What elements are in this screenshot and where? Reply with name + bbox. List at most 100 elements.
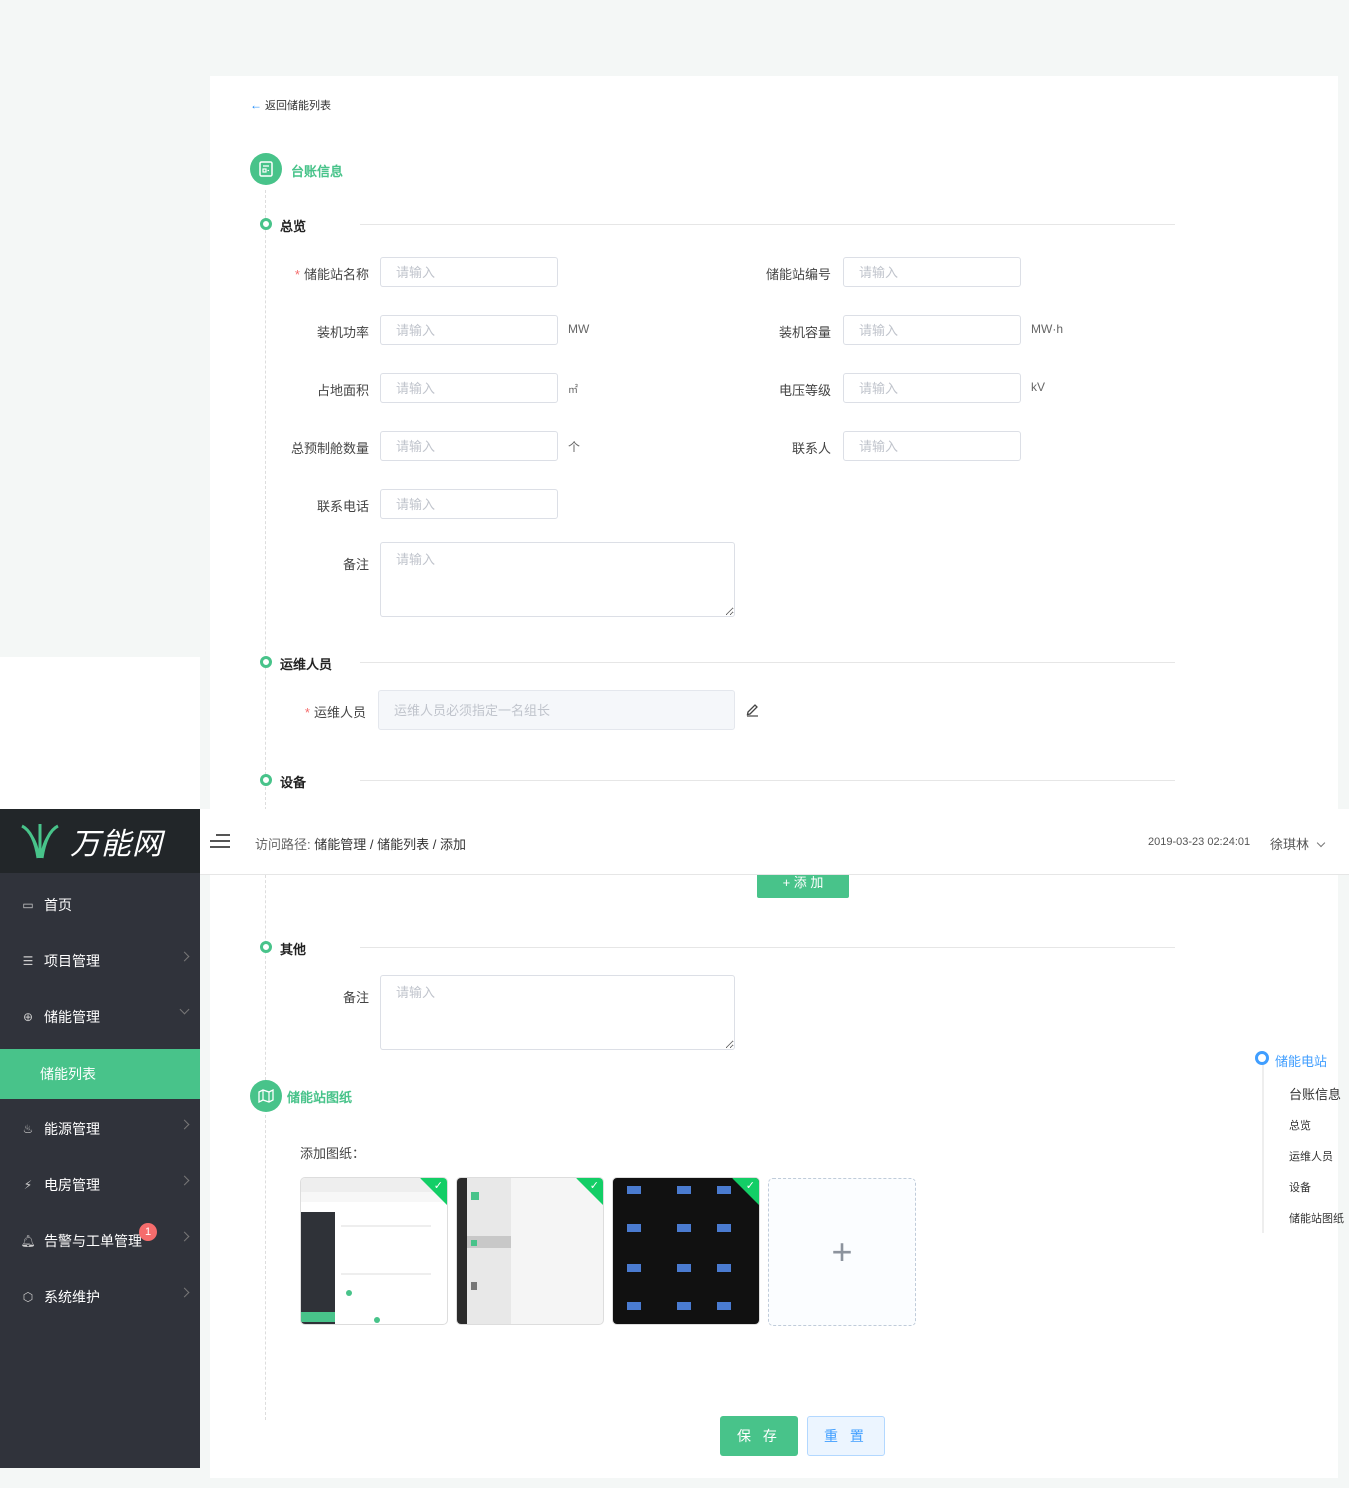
save-button[interactable]: 保 存 xyxy=(720,1416,798,1456)
voltage-input[interactable] xyxy=(843,373,1021,403)
unit-mw: MW xyxy=(568,322,590,336)
remark-textarea[interactable] xyxy=(380,542,735,617)
user-menu[interactable]: 徐琪林 xyxy=(1270,834,1326,853)
chevron-right-icon xyxy=(179,1119,190,1130)
divider xyxy=(360,947,1175,948)
project-icon: ☰ xyxy=(22,954,34,968)
contact-input[interactable] xyxy=(843,431,1021,461)
drawing-thumbnail[interactable]: ✓ xyxy=(300,1177,448,1325)
back-link-label: 返回储能列表 xyxy=(265,100,331,112)
drawing-thumbnail[interactable]: ✓ xyxy=(456,1177,604,1325)
current-time: 2019-03-23 02:24:01 xyxy=(1148,836,1251,848)
station-code-input[interactable] xyxy=(843,257,1021,287)
chevron-right-icon xyxy=(179,1231,190,1242)
reset-button[interactable]: 重 置 xyxy=(807,1416,885,1456)
installed-capacity-input[interactable] xyxy=(843,315,1021,345)
check-icon: ✓ xyxy=(745,1180,755,1192)
monitor-icon: ▭ xyxy=(22,898,34,912)
anchor-ball xyxy=(1255,1051,1269,1065)
breadcrumb-item[interactable]: 储能列表 xyxy=(377,837,429,852)
sidebar-item-alarms[interactable]: 🔔︎ 告警与工单管理 1 xyxy=(0,1213,200,1269)
breadcrumb: 访问路径: 储能管理 / 储能列表 / 添加 xyxy=(255,834,466,853)
phone-input[interactable] xyxy=(380,489,558,519)
top-header: 访问路径: 储能管理 / 储能列表 / 添加 2019-03-23 02:24:… xyxy=(200,809,1349,875)
sidebar-item-system[interactable]: ⬡ 系统维护 xyxy=(0,1269,200,1325)
chevron-down-icon xyxy=(179,1004,190,1015)
field-label-contact: 联系人 xyxy=(791,441,831,456)
chevron-down-icon xyxy=(1316,838,1326,848)
area-input[interactable] xyxy=(380,373,558,403)
sidebar-item-label: 首页 xyxy=(44,897,72,913)
sidebar-item-storage-list[interactable]: 储能列表 xyxy=(0,1049,200,1099)
upload-drawing-button[interactable]: + xyxy=(768,1178,916,1326)
fire-icon: ♨ xyxy=(22,1122,34,1136)
anchor-root[interactable]: 储能电站 xyxy=(1275,1051,1327,1070)
field-label-staff: * 运维人员 xyxy=(304,705,366,720)
logo: 万能网 xyxy=(0,809,200,873)
station-name-input[interactable] xyxy=(380,257,558,287)
logo-text: 万能网 xyxy=(70,827,163,862)
staff-input[interactable] xyxy=(378,690,735,730)
edit-icon[interactable] xyxy=(744,701,760,720)
drawings-label: 添加图纸： xyxy=(300,1146,366,1161)
field-label-code: 储能站编号 xyxy=(765,267,831,282)
timeline-dot xyxy=(260,774,272,786)
anchor-item[interactable]: 储能站图纸 xyxy=(1289,1210,1344,1226)
back-link[interactable]: ← 返回储能列表 xyxy=(250,97,331,113)
field-label-area: 占地面积 xyxy=(316,383,369,398)
add-device-button[interactable]: + 添 加 xyxy=(757,871,849,898)
sidebar-item-label: 能源管理 xyxy=(44,1121,100,1137)
user-name: 徐琪林 xyxy=(1270,837,1310,852)
drawing-thumbnail[interactable]: ✓ xyxy=(612,1177,760,1325)
check-icon: ✓ xyxy=(433,1180,443,1192)
divider xyxy=(360,662,1175,663)
other-remark-textarea[interactable] xyxy=(380,975,735,1050)
sidebar-item-label: 系统维护 xyxy=(44,1289,100,1305)
chevron-right-icon xyxy=(179,1287,190,1298)
anchor-item[interactable]: 总览 xyxy=(1289,1117,1311,1133)
section-title-drawings: 储能站图纸 xyxy=(287,1090,353,1105)
anchor-item[interactable]: 运维人员 xyxy=(1289,1148,1333,1164)
breadcrumb-separator: / xyxy=(432,837,437,852)
notification-badge: 1 xyxy=(139,1223,157,1241)
sidebar: 万能网 ▭ 首页 ☰ 项目管理 ⊕ 储能管理 储能列表 ♨ 能源管理 ⚡ 电房管理 🔔︎ 告… xyxy=(0,809,200,1468)
sidebar-item-storage[interactable]: ⊕ 储能管理 xyxy=(0,989,200,1045)
menu-toggle-icon[interactable] xyxy=(210,834,230,850)
field-label-voltage: 电压等级 xyxy=(778,383,831,398)
unit-sqm: ㎡ xyxy=(568,385,578,396)
sidebar-item-home[interactable]: ▭ 首页 xyxy=(0,877,200,933)
anchor-nav: 储能电站 台账信息 总览 运维人员 设备 储能站图纸 xyxy=(1255,1043,1349,1235)
subsection-title-overview: 总览 xyxy=(280,219,307,234)
breadcrumb-item[interactable]: 储能管理 xyxy=(314,837,366,852)
logo-icon xyxy=(21,824,59,859)
sidebar-item-label: 储能管理 xyxy=(44,1009,100,1025)
breadcrumb-prefix: 访问路径: xyxy=(255,837,311,852)
cabin-count-input[interactable] xyxy=(380,431,558,461)
subsection-title-other: 其他 xyxy=(280,942,307,957)
installed-power-input[interactable] xyxy=(380,315,558,345)
sidebar-item-power-room[interactable]: ⚡ 电房管理 xyxy=(0,1157,200,1213)
divider xyxy=(360,224,1175,225)
sidebar-item-label: 电房管理 xyxy=(44,1177,100,1193)
unit-mwh: MW·h xyxy=(1031,322,1063,336)
subsection-title-staff: 运维人员 xyxy=(280,657,333,672)
unit-kv: kV xyxy=(1031,380,1046,394)
sidebar-item-projects[interactable]: ☰ 项目管理 xyxy=(0,933,200,989)
field-label-power: 装机功率 xyxy=(316,325,369,340)
anchor-item[interactable]: 设备 xyxy=(1289,1179,1311,1195)
chevron-right-icon xyxy=(179,951,190,962)
breadcrumb-separator: / xyxy=(369,837,374,852)
timeline-dot xyxy=(260,656,272,668)
ledger-icon xyxy=(250,153,282,185)
storage-icon: ⊕ xyxy=(22,1010,34,1024)
field-label-cabins: 总预制舱数量 xyxy=(290,441,369,456)
breadcrumb-item: 添加 xyxy=(440,837,467,852)
anchor-item[interactable]: 台账信息 xyxy=(1289,1084,1341,1103)
timeline-dot xyxy=(260,218,272,230)
sidebar-item-energy[interactable]: ♨ 能源管理 xyxy=(0,1101,200,1157)
sidebar-item-label: 告警与工单管理 xyxy=(44,1233,142,1249)
divider xyxy=(360,780,1175,781)
field-label-phone: 联系电话 xyxy=(316,499,369,514)
shield-icon: ⬡ xyxy=(22,1290,34,1304)
field-label-remark: 备注 xyxy=(342,557,369,572)
